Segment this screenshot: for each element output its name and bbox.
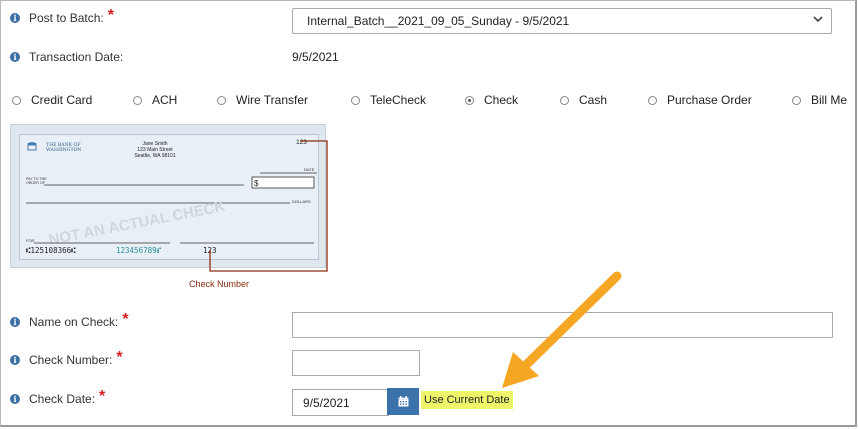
annotation-arrow (502, 271, 622, 388)
